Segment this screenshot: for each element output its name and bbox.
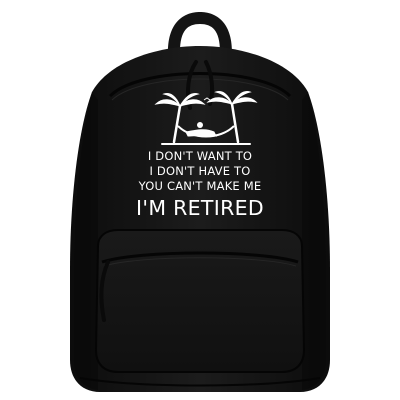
slogan-line-1: I DON'T WANT TO (147, 149, 253, 163)
slogan-line-2: I DON'T HAVE TO (149, 164, 251, 178)
slogan-line-3: YOU CAN'T MAKE ME (138, 179, 262, 193)
product-photo: I DON'T WANT TO I DON'T HAVE TO YOU CAN'… (0, 0, 400, 400)
slogan-headline: I'M RETIRED (136, 196, 264, 220)
front-pocket (94, 229, 306, 373)
